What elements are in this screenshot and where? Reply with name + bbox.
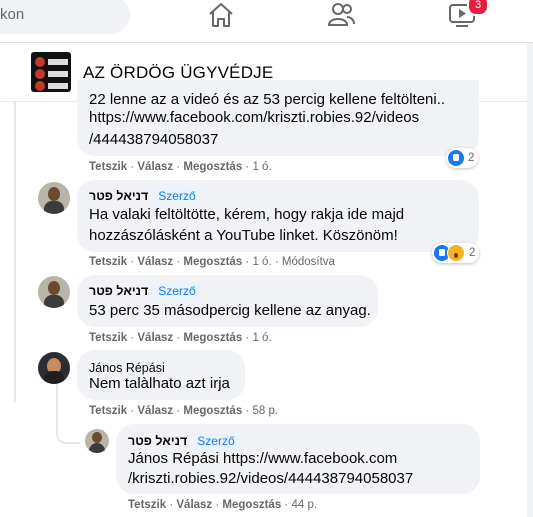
comment-text-cont[interactable]: /kriszti.robies.92/videos/44443879405803… (128, 469, 413, 489)
comment-author[interactable]: János Répási (89, 361, 165, 375)
comment-text: 53 perc 35 másodpercig kellene az anyag. (89, 302, 371, 319)
thread-line (14, 102, 16, 402)
comment-bubble: דניאל פטר Szerző 53 perc 35 másodpercig k… (77, 275, 378, 327)
comment-text: 22 lenne az a videó és az 53 percig kell… (89, 91, 446, 108)
comment-bubble: 22 lenne az a videó és az 53 percig kell… (77, 80, 479, 156)
comment-author[interactable]: דניאל פטר (89, 189, 148, 203)
like-action[interactable]: Tetszik (89, 161, 127, 173)
comment-actions: Tetszik · Válasz · Megosztás · 1 ó. · Mó… (89, 256, 335, 268)
comment-text-cont: hozzászólásként a YouTube linket. Köszön… (89, 227, 398, 244)
share-action[interactable]: Megosztás (222, 499, 281, 511)
like-action[interactable]: Tetszik (89, 256, 127, 268)
comment-time[interactable]: 58 p. (252, 405, 278, 417)
reply-action[interactable]: Válasz (137, 332, 173, 344)
reply-action[interactable]: Válasz (137, 405, 173, 417)
avatar[interactable] (38, 352, 70, 384)
comment-time[interactable]: 44 p. (291, 499, 317, 511)
comment-actions: Tetszik · Válasz · Megosztás · 44 p. (128, 499, 318, 511)
reaction-summary[interactable]: 2 (432, 243, 480, 263)
avatar[interactable] (38, 276, 70, 308)
comment-actions: Tetszik · Válasz · Megosztás · 1 ó. (89, 332, 272, 344)
comment-text[interactable]: János Répási https://www.facebook.com (128, 449, 397, 469)
comment-bubble: דניאל פטר Szerző Ha valaki feltöltötte, k… (77, 180, 479, 252)
like-action[interactable]: Tetszik (89, 332, 127, 344)
author-badge: Szerző (193, 433, 239, 449)
comment-author[interactable]: דניאל פטר (128, 434, 187, 448)
avatar[interactable] (85, 429, 109, 453)
home-icon[interactable] (206, 0, 236, 30)
comment-link[interactable]: https://www.facebook.com/kriszti.robies.… (89, 108, 419, 128)
comment-text: Nem talàlhato azt irja (89, 375, 230, 392)
comment-time[interactable]: 1 ó. (252, 256, 271, 268)
comment-time[interactable]: 1 ó. (252, 161, 271, 173)
share-action[interactable]: Megosztás (183, 256, 242, 268)
search-placeholder: kon (0, 6, 25, 23)
reaction-summary[interactable]: 2 (446, 148, 479, 168)
author-badge: Szerző (154, 188, 200, 204)
scrollbar-track[interactable] (527, 43, 533, 517)
comment-bubble: János Répási Nem talàlhato azt irja (77, 350, 245, 400)
comment-text: Ha valaki feltöltötte, kérem, hogy rakja… (89, 206, 405, 223)
comment-actions: Tetszik · Válasz · Megosztás · 1 ó. (89, 161, 272, 173)
reply-action[interactable]: Válasz (137, 161, 173, 173)
edited-label[interactable]: Módosítva (282, 256, 335, 268)
thread-branch (56, 430, 80, 444)
watch-notification-badge: 3 (467, 0, 489, 16)
search-input[interactable]: kon (0, 0, 130, 34)
comment-actions: Tetszik · Válasz · Megosztás · 58 p. (89, 405, 279, 417)
group-thumbnail[interactable] (31, 52, 71, 92)
share-action[interactable]: Megosztás (183, 332, 242, 344)
comment-time[interactable]: 1 ó. (252, 332, 271, 344)
comment-author[interactable]: דניאל פטר (89, 284, 148, 298)
like-action[interactable]: Tetszik (89, 405, 127, 417)
comment-link-cont[interactable]: /444438794058037 (89, 130, 218, 150)
avatar[interactable] (38, 182, 70, 214)
reply-action[interactable]: Válasz (176, 499, 212, 511)
wow-reaction-icon (447, 244, 465, 262)
like-action[interactable]: Tetszik (128, 499, 166, 511)
reply-action[interactable]: Válasz (137, 256, 173, 268)
thread-line (56, 382, 58, 432)
author-badge: Szerző (154, 283, 200, 299)
share-action[interactable]: Megosztás (183, 161, 242, 173)
like-reaction-icon (448, 150, 464, 166)
top-navigation: kon 3 (0, 0, 533, 43)
groups-icon[interactable] (326, 0, 356, 30)
comment-bubble: דניאל פטר Szerző János Répási https://www… (116, 424, 480, 494)
share-action[interactable]: Megosztás (183, 405, 242, 417)
